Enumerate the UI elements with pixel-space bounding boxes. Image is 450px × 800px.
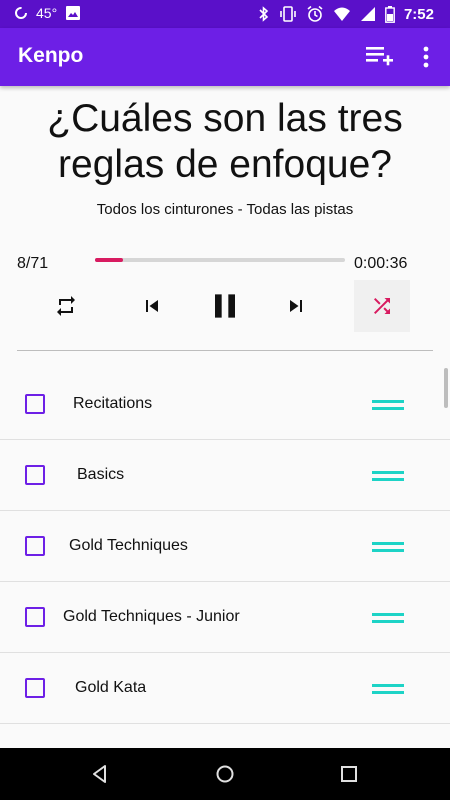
- next-button[interactable]: [272, 280, 320, 332]
- repeat-button[interactable]: [42, 280, 90, 332]
- track-subtitle: Todos los cinturones - Todas las pistas: [96, 201, 354, 218]
- drag-handle-icon[interactable]: [372, 611, 404, 625]
- divider: [17, 350, 433, 351]
- pause-button[interactable]: [200, 280, 250, 332]
- shuffle-button[interactable]: [354, 280, 410, 332]
- navigation-bar: [0, 748, 450, 800]
- list-item-label: Basics: [77, 466, 125, 483]
- status-left: 45°: [14, 5, 81, 21]
- list-item[interactable]: Gold Techniques: [0, 511, 450, 582]
- image-icon: [66, 6, 81, 20]
- progress-fill: [95, 258, 123, 262]
- wifi-icon: [333, 7, 350, 21]
- checkbox[interactable]: [25, 678, 45, 698]
- list-item-label: Gold Techniques: [69, 537, 188, 554]
- signal-icon: [360, 7, 375, 21]
- alarm-icon: [307, 5, 323, 22]
- drag-handle-icon[interactable]: [372, 398, 404, 412]
- battery-icon: [385, 5, 395, 23]
- skip-previous-icon: [146, 300, 158, 312]
- recents-icon[interactable]: [337, 762, 361, 786]
- category-list: Recitations Basics Gold Techniques Gold …: [0, 369, 450, 724]
- list-item[interactable]: Gold Kata: [0, 653, 450, 724]
- home-icon[interactable]: [213, 762, 237, 786]
- drag-handle-icon[interactable]: [372, 540, 404, 554]
- status-bar: 45° 7:52: [0, 0, 450, 28]
- shuffle-icon: [374, 298, 390, 314]
- temperature-text: 45°: [36, 5, 58, 21]
- app-title: Kenpo: [18, 44, 84, 67]
- more-vert-icon[interactable]: [416, 44, 436, 70]
- checkbox[interactable]: [25, 394, 45, 414]
- vibrate-icon: [280, 6, 296, 22]
- progress-bar[interactable]: [95, 258, 345, 262]
- data-saver-icon: [15, 7, 27, 19]
- bluetooth-icon: [259, 6, 269, 22]
- list-item-label: Recitations: [73, 395, 153, 412]
- skip-next-icon: [290, 300, 302, 312]
- track-counter: 8/71: [17, 255, 49, 272]
- pause-icon: [215, 294, 235, 318]
- app-bar: Kenpo: [0, 28, 450, 86]
- list-item-label: Gold Techniques - Junior: [63, 608, 240, 625]
- list-item[interactable]: Basics: [0, 440, 450, 511]
- repeat-icon: [57, 296, 75, 316]
- status-right: 7:52: [258, 5, 434, 23]
- question-text: ¿Cuáles son las tres reglas de enfoque?: [47, 97, 403, 186]
- drag-handle-icon[interactable]: [372, 682, 404, 696]
- list-item-label: Gold Kata: [75, 679, 147, 696]
- playlist-add-icon[interactable]: [364, 44, 394, 70]
- checkbox[interactable]: [25, 536, 45, 556]
- status-time: 7:52: [403, 5, 434, 23]
- back-icon[interactable]: [88, 762, 112, 786]
- previous-button[interactable]: [128, 280, 176, 332]
- elapsed-time: 0:00:36: [354, 255, 408, 272]
- drag-handle-icon[interactable]: [372, 469, 404, 483]
- list-item[interactable]: Recitations: [0, 369, 450, 440]
- checkbox[interactable]: [25, 607, 45, 627]
- checkbox[interactable]: [25, 465, 45, 485]
- list-item[interactable]: Gold Techniques - Junior: [0, 582, 450, 653]
